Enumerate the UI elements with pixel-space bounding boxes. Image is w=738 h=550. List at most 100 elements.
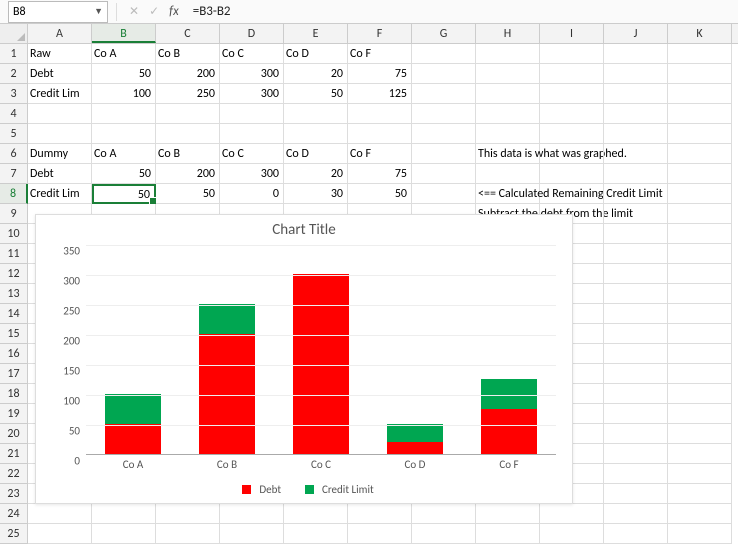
cell[interactable] [668, 324, 732, 344]
cell[interactable] [156, 124, 220, 144]
cell[interactable] [476, 44, 540, 64]
row-header[interactable]: 12 [0, 264, 28, 284]
cell[interactable] [348, 104, 412, 124]
cell[interactable] [668, 64, 732, 84]
cell[interactable] [220, 524, 284, 544]
cell[interactable] [668, 464, 732, 484]
cancel-icon[interactable]: ✕ [129, 4, 139, 19]
cell[interactable] [412, 164, 476, 184]
row-header[interactable]: 16 [0, 344, 28, 364]
cell[interactable] [28, 104, 92, 124]
cell[interactable] [604, 324, 668, 344]
row-header[interactable]: 15 [0, 324, 28, 344]
row-header[interactable]: 21 [0, 444, 28, 464]
cell[interactable] [668, 84, 732, 104]
cell[interactable] [476, 64, 540, 84]
cell[interactable] [28, 504, 92, 524]
cell[interactable] [668, 344, 732, 364]
cell[interactable] [348, 504, 412, 524]
column-header[interactable]: E [284, 24, 348, 43]
row-header[interactable]: 3 [0, 84, 28, 104]
cell[interactable] [668, 484, 732, 504]
cell[interactable]: 75 [348, 64, 412, 84]
cell[interactable]: 50 [156, 184, 220, 204]
select-all-corner[interactable] [0, 24, 28, 43]
cell[interactable] [604, 184, 668, 204]
cell[interactable] [412, 64, 476, 84]
row-header[interactable]: 13 [0, 284, 28, 304]
cell[interactable] [284, 504, 348, 524]
chart-title[interactable]: Chart Title [36, 215, 572, 241]
cell[interactable] [668, 404, 732, 424]
chart-bar-segment[interactable] [387, 424, 443, 442]
row-header[interactable]: 24 [0, 504, 28, 524]
cell[interactable]: 50 [92, 184, 156, 204]
row-header[interactable]: 10 [0, 224, 28, 244]
cell[interactable]: 300 [220, 164, 284, 184]
cell[interactable]: Co D [284, 144, 348, 164]
cell[interactable] [604, 164, 668, 184]
cell[interactable]: 50 [92, 64, 156, 84]
cell[interactable] [92, 124, 156, 144]
name-box-dropdown-icon[interactable]: ▼ [94, 6, 103, 17]
column-header[interactable]: H [476, 24, 540, 43]
row-header[interactable]: 8 [0, 184, 28, 204]
cell[interactable] [92, 504, 156, 524]
cell[interactable]: 200 [156, 64, 220, 84]
row-header[interactable]: 2 [0, 64, 28, 84]
cell[interactable]: Co C [220, 44, 284, 64]
cell[interactable] [668, 504, 732, 524]
cell[interactable] [668, 244, 732, 264]
cell[interactable] [604, 204, 668, 224]
cell[interactable]: Co A [92, 144, 156, 164]
cell[interactable]: 250 [156, 84, 220, 104]
cell[interactable] [668, 264, 732, 284]
cell[interactable]: Co C [220, 144, 284, 164]
chart-bar-segment[interactable] [387, 442, 443, 454]
cell[interactable] [476, 524, 540, 544]
row-header[interactable]: 20 [0, 424, 28, 444]
cell[interactable] [668, 424, 732, 444]
row-header[interactable]: 6 [0, 144, 28, 164]
cell[interactable] [604, 84, 668, 104]
cell[interactable]: Credit Lim [28, 84, 92, 104]
cell[interactable] [540, 164, 604, 184]
cell[interactable] [604, 504, 668, 524]
cell[interactable] [668, 184, 732, 204]
cell[interactable] [668, 104, 732, 124]
legend-item[interactable]: Credit Limit [297, 483, 374, 496]
cell[interactable]: Co B [156, 144, 220, 164]
cell[interactable] [540, 64, 604, 84]
cell[interactable] [284, 524, 348, 544]
column-header[interactable]: C [156, 24, 220, 43]
cell[interactable] [604, 404, 668, 424]
cell[interactable] [668, 524, 732, 544]
row-header[interactable]: 11 [0, 244, 28, 264]
row-header[interactable]: 23 [0, 484, 28, 504]
cell[interactable]: 30 [284, 184, 348, 204]
chart-bar-segment[interactable] [105, 424, 161, 454]
chart-bar-segment[interactable] [199, 304, 255, 334]
chart-plot-area[interactable]: Co ACo BCo CCo DCo F 0501001502002503003… [86, 245, 556, 455]
cell[interactable] [540, 184, 604, 204]
cell[interactable] [668, 284, 732, 304]
cell[interactable] [668, 204, 732, 224]
name-box[interactable]: B8 ▼ [8, 1, 108, 23]
cell[interactable] [92, 104, 156, 124]
cell[interactable]: 75 [348, 164, 412, 184]
cell[interactable]: 300 [220, 84, 284, 104]
cell[interactable] [604, 424, 668, 444]
cell[interactable] [348, 124, 412, 144]
formula-input[interactable]: =B3-B2 [187, 4, 738, 19]
column-header[interactable]: A [28, 24, 92, 43]
chart-bar-segment[interactable] [293, 274, 349, 454]
cell[interactable] [284, 124, 348, 144]
cell[interactable] [604, 524, 668, 544]
confirm-icon[interactable]: ✓ [149, 4, 159, 19]
cell[interactable]: 50 [284, 84, 348, 104]
row-header[interactable]: 9 [0, 204, 28, 224]
cell[interactable] [668, 364, 732, 384]
cell[interactable] [540, 84, 604, 104]
cell[interactable] [668, 164, 732, 184]
chart-bar[interactable]: Co D [387, 424, 443, 454]
